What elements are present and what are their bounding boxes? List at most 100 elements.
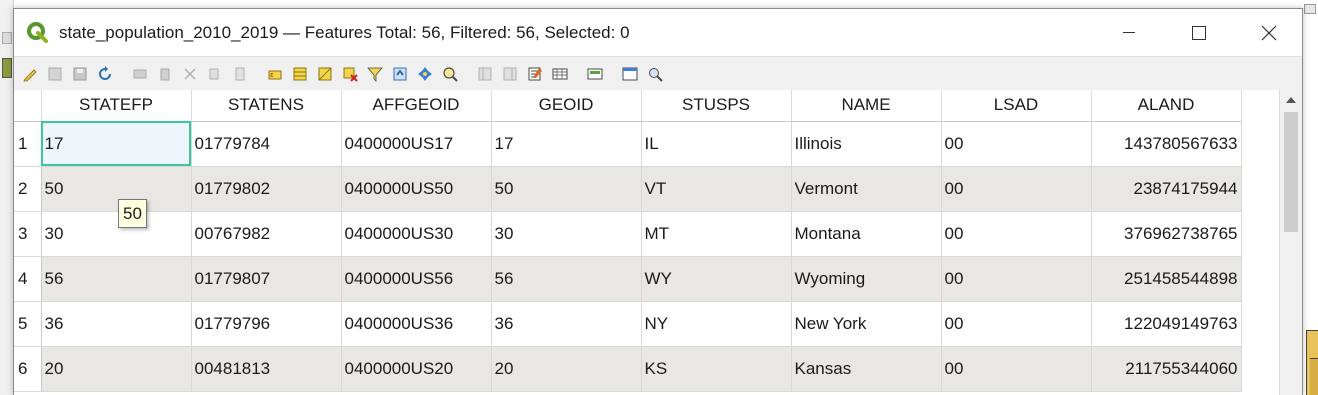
column-header[interactable]: ALAND [1091, 90, 1242, 122]
invert-selection-icon[interactable] [315, 64, 335, 84]
table-cell-lsad[interactable]: 00 [941, 211, 1092, 257]
table-cell-statens[interactable]: 01779796 [191, 301, 342, 347]
maximize-button[interactable] [1164, 9, 1234, 56]
table-cell-name[interactable]: New York [791, 301, 942, 347]
table-cell-statefp[interactable]: 36 [41, 301, 192, 347]
table-row[interactable]: 4 56 01779807 0400000US56 56 WY Wyoming … [14, 256, 1242, 302]
copy-icon[interactable] [205, 64, 225, 84]
table-cell-lsad[interactable]: 00 [941, 166, 1092, 212]
row-number[interactable]: 2 [14, 166, 42, 212]
table-cell-stusps[interactable]: WY [641, 256, 792, 302]
delete-field-icon[interactable] [500, 64, 520, 84]
attribute-table[interactable]: STATEFP STATENS AFFGEOID GEOID STUSPS NA… [14, 90, 1302, 395]
table-row[interactable]: 2 50 01779802 0400000US50 50 VT Vermont … [14, 166, 1242, 212]
table-cell-stusps[interactable]: IL [641, 121, 792, 167]
table-cell-statens[interactable]: 01779802 [191, 166, 342, 212]
table-cell-statefp[interactable]: 56 [41, 256, 192, 302]
table-cell-geoid[interactable]: 17 [491, 121, 642, 167]
dock-icon[interactable] [585, 64, 605, 84]
table-cell-affgeoid[interactable]: 0400000US20 [341, 346, 492, 392]
table-cell-statefp[interactable]: 50 [41, 166, 192, 212]
select-all-icon[interactable] [290, 64, 310, 84]
table-cell-lsad[interactable]: 00 [941, 301, 1092, 347]
table-cell-lsad[interactable]: 00 [941, 346, 1092, 392]
table-cell-geoid[interactable]: 56 [491, 256, 642, 302]
table-cell-name[interactable]: Wyoming [791, 256, 942, 302]
column-header[interactable]: GEOID [491, 90, 642, 122]
table-cell-statefp[interactable]: 17 [41, 121, 192, 167]
table-cell-aland[interactable]: 376962738765 [1091, 211, 1242, 257]
filter-icon[interactable] [365, 64, 385, 84]
table-cell-lsad[interactable]: 00 [941, 256, 1092, 302]
column-header[interactable]: STATENS [191, 90, 342, 122]
table-cell-affgeoid[interactable]: 0400000US17 [341, 121, 492, 167]
field-calculator-icon[interactable] [525, 64, 545, 84]
table-row[interactable]: 1 17 01779784 0400000US17 17 IL Illinois… [14, 121, 1242, 167]
table-cell-geoid[interactable]: 30 [491, 211, 642, 257]
table-cell-geoid[interactable]: 36 [491, 301, 642, 347]
table-cell-lsad[interactable]: 00 [941, 121, 1092, 167]
organize-columns-icon[interactable] [645, 64, 665, 84]
table-cell-stusps[interactable]: NY [641, 301, 792, 347]
row-number[interactable]: 6 [14, 346, 42, 392]
table-cell-name[interactable]: Illinois [791, 121, 942, 167]
table-cell-statefp[interactable]: 30 [41, 211, 192, 257]
save-icon[interactable] [70, 64, 90, 84]
vertical-scrollbar[interactable] [1279, 90, 1302, 395]
table-cell-affgeoid[interactable]: 0400000US30 [341, 211, 492, 257]
column-header[interactable]: LSAD [941, 90, 1092, 122]
multi-edit-icon[interactable] [45, 64, 65, 84]
row-number[interactable]: 1 [14, 121, 42, 167]
table-cell-geoid[interactable]: 50 [491, 166, 642, 212]
move-top-icon[interactable] [390, 64, 410, 84]
table-cell-name[interactable]: Vermont [791, 166, 942, 212]
table-cell-statefp[interactable]: 20 [41, 346, 192, 392]
column-header[interactable]: NAME [791, 90, 942, 122]
delete-feature-icon[interactable] [155, 64, 175, 84]
table-cell-geoid[interactable]: 20 [491, 346, 642, 392]
row-number[interactable]: 3 [14, 211, 42, 257]
table-cell-affgeoid[interactable]: 0400000US36 [341, 301, 492, 347]
table-cell-statens[interactable]: 01779807 [191, 256, 342, 302]
new-field-icon[interactable] [475, 64, 495, 84]
select-expression-icon[interactable]: ε [265, 64, 285, 84]
row-number[interactable]: 5 [14, 301, 42, 347]
table-cell-aland[interactable]: 251458544898 [1091, 256, 1242, 302]
close-button[interactable] [1234, 9, 1304, 56]
conditional-format-icon[interactable] [550, 64, 570, 84]
table-cell-aland[interactable]: 143780567633 [1091, 121, 1242, 167]
table-cell-statens[interactable]: 01779784 [191, 121, 342, 167]
table-row[interactable]: 3 30 00767982 0400000US30 30 MT Montana … [14, 211, 1242, 257]
corner-cell[interactable] [14, 90, 42, 122]
minimize-button[interactable] [1094, 9, 1164, 56]
table-cell-statens[interactable]: 00767982 [191, 211, 342, 257]
table-cell-aland[interactable]: 23874175944 [1091, 166, 1242, 212]
zoom-to-selected-icon[interactable] [440, 64, 460, 84]
table-cell-affgeoid[interactable]: 0400000US50 [341, 166, 492, 212]
reload-icon[interactable] [95, 64, 115, 84]
row-number[interactable]: 4 [14, 256, 42, 302]
column-header[interactable]: STATEFP [41, 90, 192, 122]
column-header[interactable]: AFFGEOID [341, 90, 492, 122]
table-cell-affgeoid[interactable]: 0400000US56 [341, 256, 492, 302]
table-cell-stusps[interactable]: VT [641, 166, 792, 212]
table-cell-stusps[interactable]: MT [641, 211, 792, 257]
column-header[interactable]: STUSPS [641, 90, 792, 122]
table-cell-name[interactable]: Montana [791, 211, 942, 257]
deselect-icon[interactable] [340, 64, 360, 84]
table-cell-statens[interactable]: 00481813 [191, 346, 342, 392]
add-feature-icon[interactable] [130, 64, 150, 84]
cut-icon[interactable] [180, 64, 200, 84]
edit-pencil-icon[interactable] [20, 64, 40, 84]
pan-to-selected-icon[interactable] [415, 64, 435, 84]
scrollbar-thumb[interactable] [1284, 112, 1298, 232]
title-bar[interactable]: state_population_2010_2019 — Features To… [14, 9, 1302, 56]
paste-icon[interactable] [230, 64, 250, 84]
table-cell-stusps[interactable]: KS [641, 346, 792, 392]
table-row[interactable]: 5 36 01779796 0400000US36 36 NY New York… [14, 301, 1242, 347]
table-cell-name[interactable]: Kansas [791, 346, 942, 392]
actions-icon[interactable] [620, 64, 640, 84]
table-cell-aland[interactable]: 211755344060 [1091, 346, 1242, 392]
scroll-up-button[interactable] [1280, 90, 1302, 110]
table-cell-aland[interactable]: 122049149763 [1091, 301, 1242, 347]
